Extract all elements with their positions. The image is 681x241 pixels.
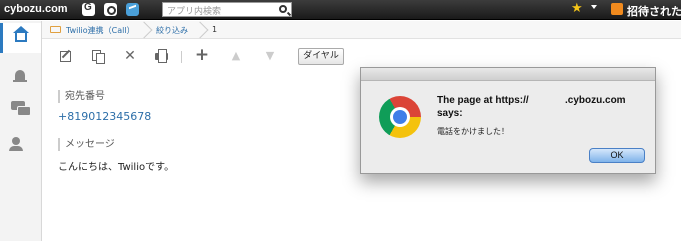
sidebar <box>0 21 42 241</box>
dialog-titlebar[interactable] <box>361 68 655 81</box>
sidebar-item-home[interactable] <box>0 23 41 53</box>
message-label: メッセージ <box>58 138 115 151</box>
chat-icon <box>11 101 31 116</box>
add-icon[interactable]: + <box>194 47 210 64</box>
top-bar: cybozu.com アプリ内検索 ★ 招待されたク <box>0 0 681 20</box>
search-input[interactable]: アプリ内検索 <box>162 2 292 17</box>
delete-icon[interactable]: ✕ <box>122 48 138 64</box>
print-icon[interactable] <box>154 48 170 64</box>
org-icon <box>611 3 623 15</box>
chevron-down-icon[interactable] <box>591 5 597 9</box>
sidebar-item-messages[interactable] <box>0 93 41 123</box>
edit-icon[interactable] <box>58 48 74 64</box>
message-value: こんにちは、Twilioです。 <box>58 162 175 173</box>
app-icon <box>50 26 61 33</box>
garoon-icon[interactable] <box>82 2 95 16</box>
sidebar-item-notifications[interactable] <box>0 61 41 91</box>
org-name[interactable]: 招待されたク <box>627 3 681 19</box>
bell-icon <box>13 70 27 82</box>
chrome-icon <box>379 96 421 138</box>
breadcrumb-app[interactable]: Twilio連携（Call） <box>66 25 135 36</box>
breadcrumb-filter[interactable]: 絞り込み <box>156 25 188 36</box>
ok-button[interactable]: OK <box>589 148 645 163</box>
dialog-says: says: <box>437 108 463 119</box>
home-icon <box>13 26 29 42</box>
down-icon[interactable]: ▼ <box>262 48 278 64</box>
to-number-value[interactable]: +819012345678 <box>58 110 151 123</box>
breadcrumb-separator <box>198 22 206 38</box>
breadcrumb-separator <box>142 22 150 38</box>
breadcrumb-record-number: 1 <box>212 25 218 34</box>
people-icon <box>9 137 23 151</box>
toolbar-divider <box>181 51 182 63</box>
search-icon[interactable] <box>279 5 287 13</box>
sidebar-item-people[interactable] <box>0 129 41 159</box>
kintone-icon[interactable] <box>126 3 139 16</box>
cybozu-logo[interactable]: cybozu.com <box>4 3 68 15</box>
dialog-message: 電話をかけました！ <box>437 127 509 136</box>
alert-dialog: The page at https:// .cybozu.com says: 電… <box>360 67 656 174</box>
star-icon[interactable]: ★ <box>571 1 583 16</box>
copy-icon[interactable] <box>90 48 106 64</box>
breadcrumb: Twilio連携（Call） 絞り込み 1 <box>42 21 681 39</box>
to-number-label: 宛先番号 <box>58 90 105 103</box>
office-icon[interactable] <box>104 3 117 16</box>
search-placeholder: アプリ内検索 <box>167 7 222 17</box>
dialog-domain: .cybozu.com <box>565 95 626 106</box>
dial-button[interactable]: ダイヤル <box>298 48 344 65</box>
up-icon[interactable]: ▲ <box>228 48 244 64</box>
